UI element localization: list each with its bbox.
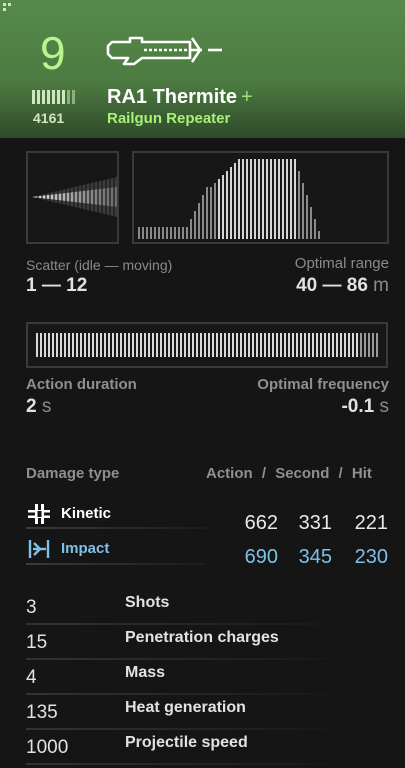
stat-row-projectile-speed: 1000 Projectile speed xyxy=(26,731,396,765)
weapon-name: RA1 Thermite + xyxy=(107,86,253,109)
damage-type-name: Impact xyxy=(61,540,110,557)
action-frequency-bar xyxy=(26,322,388,368)
col-action-header: Action xyxy=(206,465,253,482)
weapon-header: 9 4161 RA1 Thermite + Railgun Repeater xyxy=(0,0,405,138)
kinetic-action-damage: 662 xyxy=(244,512,278,534)
scatter-value: 1 — 12 xyxy=(26,275,88,296)
stat-name: Shots xyxy=(125,594,170,611)
col-hit-header: Hit xyxy=(351,465,372,482)
optimal-frequency-label: Optimal frequency xyxy=(257,376,389,393)
stat-name: Mass xyxy=(125,664,166,681)
impact-action-damage: 690 xyxy=(244,546,278,568)
power-bars-icon xyxy=(32,90,75,104)
action-duration-number: 2 xyxy=(26,396,37,417)
impact-second-damage: 345 xyxy=(298,546,332,568)
stat-name: Projectile speed xyxy=(125,734,248,751)
upgrade-plus-icon: + xyxy=(241,86,253,108)
stat-value: 3 xyxy=(26,597,37,618)
railgun-icon xyxy=(106,36,222,66)
stat-row-penetration: 15 Penetration charges xyxy=(26,626,396,660)
impact-hit-damage: 230 xyxy=(354,546,388,568)
col-separator: / xyxy=(261,465,267,482)
stat-value: 4 xyxy=(26,667,37,688)
stat-row-mass: 4 Mass xyxy=(26,661,396,695)
optimal-range-label: Optimal range xyxy=(294,255,389,272)
weapon-type: Railgun Repeater xyxy=(107,110,231,127)
stat-value: 1000 xyxy=(26,737,69,758)
optimal-range-number: 40 — 86 xyxy=(296,275,368,296)
damage-columns-header: Action / Second / Hit xyxy=(206,465,372,482)
stat-row-heat: 135 Heat generation xyxy=(26,696,396,730)
impact-icon xyxy=(28,540,50,558)
action-duration-unit: s xyxy=(41,396,52,417)
stat-value: 15 xyxy=(26,632,48,653)
optimal-frequency-number: -0.1 xyxy=(341,396,375,417)
col-separator: / xyxy=(338,465,343,482)
scatter-cone-icon xyxy=(32,173,117,221)
kinetic-hit-damage: 221 xyxy=(354,512,388,534)
optimal-range-unit: m xyxy=(373,275,389,296)
scatter-visual xyxy=(26,151,119,244)
range-falloff-chart xyxy=(132,151,389,244)
optimal-range-value: 40 — 86 m xyxy=(296,275,389,297)
action-duration-label: Action duration xyxy=(26,376,137,393)
damage-type-name: Kinetic xyxy=(61,505,112,522)
scatter-label: Scatter (idle — moving) xyxy=(26,257,173,273)
stat-value: 135 xyxy=(26,702,58,723)
power-level: 4161 xyxy=(33,110,65,126)
stat-row-shots: 3 Shots xyxy=(26,591,396,625)
kinetic-icon xyxy=(28,504,50,524)
weapon-level: 9 xyxy=(40,27,66,79)
weapon-name-text: RA1 Thermite xyxy=(107,86,238,108)
kinetic-second-damage: 331 xyxy=(298,512,332,534)
corner-marker-icon xyxy=(3,3,11,11)
stat-name: Heat generation xyxy=(125,699,246,716)
optimal-frequency-unit: s xyxy=(379,396,390,417)
col-second-header: Second xyxy=(275,465,330,482)
stat-name: Penetration charges xyxy=(125,629,279,646)
optimal-frequency-value: -0.1 s xyxy=(341,396,389,418)
action-duration-value: 2 s xyxy=(26,396,51,418)
damage-type-header: Damage type xyxy=(26,465,120,482)
